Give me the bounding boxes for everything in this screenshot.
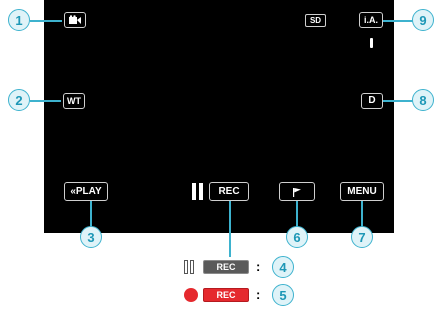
legend-rec-standby-label: REC <box>216 262 236 272</box>
d-label: D <box>368 95 376 106</box>
callout-line-7 <box>361 201 363 227</box>
video-camera-icon <box>69 15 81 24</box>
callout-8: 8 <box>412 89 434 111</box>
pause-indicator-icon <box>192 183 204 200</box>
callout-2: 2 <box>8 89 30 111</box>
rec-label: REC <box>218 185 240 197</box>
menu-button[interactable]: MENU <box>340 182 384 201</box>
flag-icon <box>293 187 301 197</box>
callout-4: 4 <box>272 256 294 278</box>
legend-separator-2: : <box>256 287 261 302</box>
ia-label: i.A. <box>363 14 378 25</box>
event-flag-button[interactable] <box>279 182 315 201</box>
camera-screen: SD i.A. WT D «PLAY REC MENU <box>44 0 394 233</box>
display-button[interactable]: D <box>361 93 383 109</box>
wt-label: WT <box>67 95 81 106</box>
legend-rec-standby: REC <box>203 260 249 274</box>
callout-line-1 <box>30 20 62 22</box>
legend-pause-icon <box>184 260 196 274</box>
callout-line-2 <box>30 100 61 102</box>
callout-6: 6 <box>286 226 308 248</box>
legend-record-dot-icon <box>184 288 198 302</box>
wt-button[interactable]: WT <box>63 93 85 109</box>
callout-line-4 <box>229 201 231 257</box>
sd-card-indicator: SD <box>305 14 326 27</box>
callout-line-8 <box>383 100 413 102</box>
callout-7: 7 <box>351 226 373 248</box>
play-button[interactable]: «PLAY <box>64 182 108 201</box>
video-mode-button[interactable] <box>64 12 86 28</box>
callout-line-9 <box>383 20 413 22</box>
callout-1: 1 <box>8 9 30 31</box>
callout-5: 5 <box>272 284 294 306</box>
intelligent-auto-button[interactable]: i.A. <box>359 12 383 28</box>
ia-scene-icon <box>370 38 373 48</box>
legend-rec-recording: REC <box>203 288 249 302</box>
rec-button[interactable]: REC <box>209 182 249 201</box>
callout-line-6 <box>296 201 298 227</box>
menu-label: MENU <box>347 185 377 197</box>
legend-rec-recording-label: REC <box>216 290 236 300</box>
callout-3: 3 <box>80 226 102 248</box>
sd-label: SD <box>309 15 322 25</box>
callout-9: 9 <box>412 9 434 31</box>
play-label: «PLAY <box>70 185 102 197</box>
callout-line-3 <box>90 201 92 227</box>
legend-separator-1: : <box>256 259 261 274</box>
